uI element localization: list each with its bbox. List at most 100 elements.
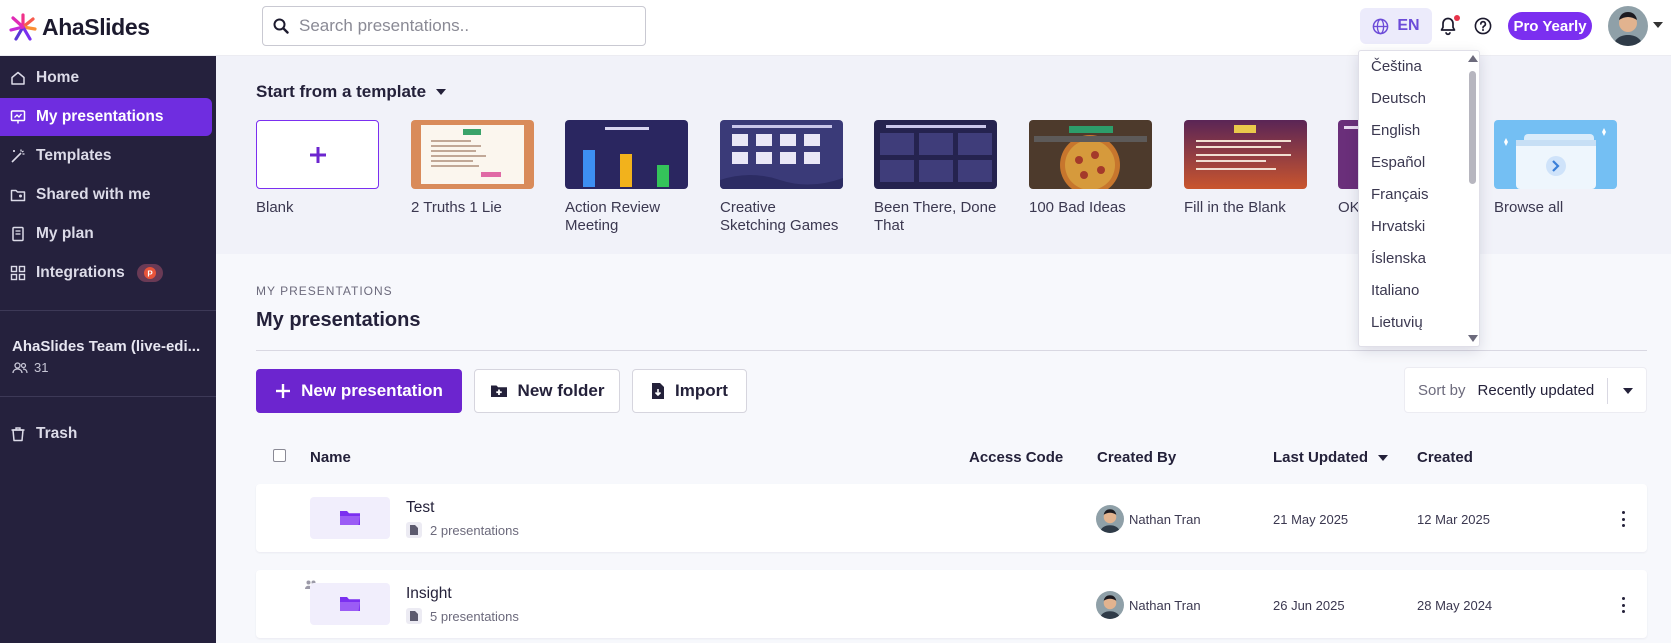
- language-option[interactable]: Français: [1371, 186, 1429, 203]
- presentation-icon: [10, 110, 26, 124]
- plus-icon: [276, 384, 291, 398]
- more-options-icon[interactable]: [1622, 511, 1626, 527]
- user-photo-icon: [1608, 6, 1648, 46]
- row-count: 2 presentations: [406, 522, 519, 538]
- row-name[interactable]: Test: [406, 499, 434, 517]
- template-label: 100 Bad Ideas: [1029, 199, 1126, 216]
- template-label: Fill in the Blank: [1184, 199, 1286, 216]
- scroll-up-arrow-icon[interactable]: [1468, 55, 1478, 62]
- table-row[interactable]: Test 2 presentations Nathan Tran 21 May …: [256, 484, 1647, 552]
- sort-dropdown[interactable]: Sort by Recently updated: [1404, 367, 1647, 413]
- sidebar-item-templates[interactable]: Templates: [0, 137, 212, 175]
- avatar: [1096, 505, 1124, 533]
- scroll-down-arrow-icon[interactable]: [1468, 335, 1478, 342]
- template-label: Action Review Meeting: [565, 199, 661, 234]
- column-header-last-updated[interactable]: Last Updated: [1273, 449, 1389, 466]
- help-icon[interactable]: [1474, 17, 1492, 35]
- sort-value: Recently updated: [1477, 381, 1595, 399]
- sort-separator: [1607, 378, 1608, 404]
- home-icon: [11, 71, 25, 85]
- plan-icon: [12, 226, 24, 242]
- sidebar-item-home[interactable]: Home: [0, 59, 212, 97]
- language-option[interactable]: Deutsch: [1371, 90, 1426, 107]
- new-folder-label: New folder: [517, 381, 605, 400]
- globe-icon: [1373, 18, 1389, 34]
- integrations-icon: [10, 265, 26, 281]
- search-box[interactable]: [262, 6, 646, 46]
- select-all-checkbox[interactable]: [273, 449, 286, 462]
- sidebar: Home My presentations Templates Shared w…: [0, 56, 216, 643]
- presentation-count: 5 presentations: [430, 608, 519, 624]
- template-card-100-bad-ideas[interactable]: 100 Bad Ideas: [1029, 120, 1152, 217]
- search-icon: [273, 18, 289, 34]
- brand-name: AhaSlides: [42, 13, 150, 40]
- column-header-access-code[interactable]: Access Code: [969, 449, 1063, 466]
- language-option[interactable]: Hrvatski: [1371, 218, 1425, 235]
- sidebar-item-trash[interactable]: Trash: [0, 415, 212, 453]
- language-option[interactable]: Español: [1371, 154, 1425, 171]
- template-card-browse-all[interactable]: Browse all: [1494, 120, 1617, 217]
- sidebar-item-my-plan[interactable]: My plan: [0, 215, 212, 253]
- templates-heading[interactable]: Start from a template: [256, 82, 447, 102]
- language-option[interactable]: Italiano: [1371, 282, 1419, 299]
- member-count-value: 31: [34, 360, 49, 375]
- created-by: Nathan Tran: [1096, 591, 1201, 619]
- new-folder-button[interactable]: New folder: [474, 369, 620, 413]
- template-card-creative-sketching-games[interactable]: Creative Sketching Games: [720, 120, 843, 235]
- template-card-2-truths-1-lie[interactable]: 2 Truths 1 Lie: [411, 120, 534, 217]
- language-option[interactable]: Íslenska: [1371, 250, 1426, 267]
- templates-title: Start from a template: [256, 82, 427, 101]
- sidebar-item-label: Home: [36, 69, 80, 86]
- team-member-count: 31: [12, 360, 48, 375]
- sidebar-item-label: My plan: [36, 225, 94, 242]
- template-thumbnail: [256, 120, 379, 189]
- language-option[interactable]: Lietuvių: [1371, 314, 1423, 331]
- sidebar-item-label: Templates: [36, 147, 112, 164]
- import-label: Import: [675, 381, 728, 400]
- plus-icon: [309, 146, 326, 163]
- user-avatar[interactable]: [1608, 6, 1648, 46]
- column-header-created-by[interactable]: Created By: [1097, 449, 1176, 466]
- language-menu: Čeština Deutsch English Español Français…: [1358, 50, 1480, 347]
- template-card-blank[interactable]: Blank: [256, 120, 379, 217]
- template-label: Been There, Done That: [874, 199, 997, 234]
- language-option[interactable]: English: [1371, 122, 1420, 139]
- plan-badge[interactable]: Pro Yearly: [1508, 12, 1592, 40]
- team-name[interactable]: AhaSlides Team (live-edi...: [12, 338, 200, 355]
- folder-plus-icon: [490, 385, 507, 397]
- account-menu-chevron-icon[interactable]: [1653, 22, 1663, 28]
- sidebar-item-label: Shared with me: [36, 186, 151, 203]
- sidebar-item-my-presentations[interactable]: My presentations: [0, 98, 212, 136]
- created-date: 28 May 2024: [1417, 598, 1493, 613]
- creator-name: Nathan Tran: [1129, 511, 1201, 527]
- template-card-been-there-done-that[interactable]: Been There, Done That: [874, 120, 997, 235]
- import-button[interactable]: Import: [632, 369, 747, 413]
- sidebar-item-label: Integrations: [36, 264, 125, 281]
- template-card-fill-in-the-blank[interactable]: Fill in the Blank: [1184, 120, 1307, 217]
- sidebar-item-label: My presentations: [36, 108, 164, 125]
- column-header-created[interactable]: Created: [1417, 449, 1473, 466]
- chevron-down-icon[interactable]: [1623, 388, 1633, 394]
- file-import-icon: [652, 383, 665, 399]
- more-options-icon[interactable]: [1622, 597, 1626, 613]
- column-header-name[interactable]: Name: [310, 449, 351, 466]
- template-label: Creative Sketching Games: [720, 199, 839, 234]
- template-thumbnail: [874, 120, 997, 189]
- template-thumbnail: [1029, 120, 1152, 189]
- ahaslides-logo-icon: [9, 13, 37, 41]
- column-header-label: Last Updated: [1273, 449, 1369, 466]
- template-label: 2 Truths 1 Lie: [411, 199, 502, 216]
- sidebar-item-shared-with-me[interactable]: Shared with me: [0, 176, 212, 214]
- template-card-action-review-meeting[interactable]: Action Review Meeting: [565, 120, 688, 235]
- brand-logo[interactable]: AhaSlides: [8, 12, 150, 42]
- language-option[interactable]: Čeština: [1371, 58, 1422, 75]
- search-input[interactable]: [299, 16, 619, 36]
- row-name[interactable]: Insight: [406, 585, 452, 603]
- sidebar-item-integrations[interactable]: Integrations P: [0, 254, 212, 292]
- row-count: 5 presentations: [406, 608, 519, 624]
- language-selector[interactable]: EN: [1360, 8, 1432, 44]
- table-row[interactable]: Insight 5 presentations Nathan Tran 26 J…: [256, 570, 1647, 638]
- sort-desc-icon: [1378, 454, 1389, 461]
- new-presentation-button[interactable]: New presentation: [256, 369, 462, 413]
- scrollbar-thumb[interactable]: [1469, 71, 1476, 184]
